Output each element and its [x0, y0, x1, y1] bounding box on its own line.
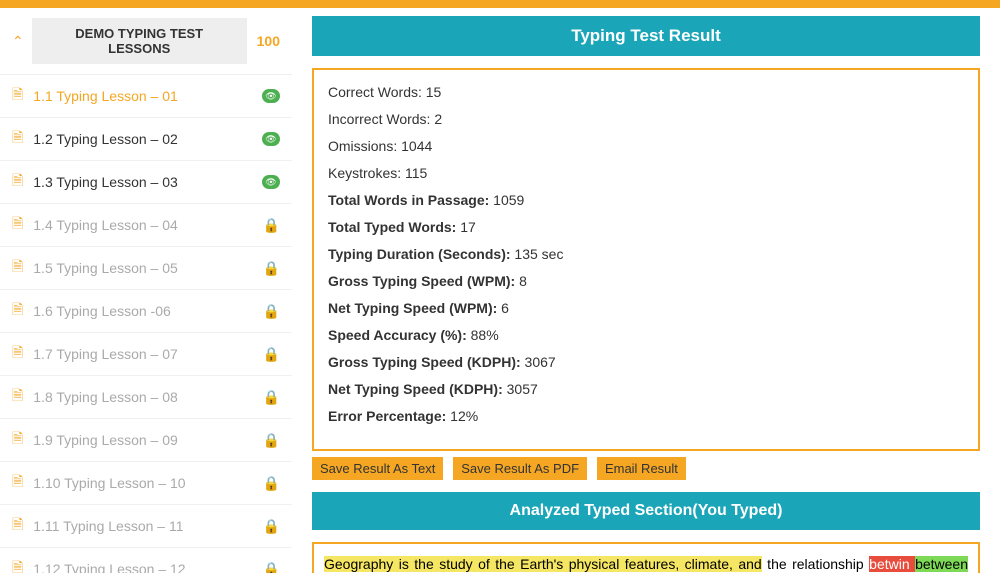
lesson-label: 1.12 Typing Lesson – 12 — [33, 561, 262, 573]
document-icon: 🗎 — [12, 213, 23, 237]
lock-icon: 🔒 — [263, 475, 280, 492]
result-line: Omissions: 1044 — [328, 138, 964, 154]
lesson-label: 1.2 Typing Lesson – 02 — [33, 131, 262, 147]
top-accent-bar — [0, 0, 1000, 8]
result-box: Correct Words: 15 Incorrect Words: 2 Omiss… — [312, 68, 980, 451]
lesson-item[interactable]: 🗎 1.4 Typing Lesson – 04🔒 — [0, 204, 292, 247]
analyzed-text-box: Geography is the study of the Earth's ph… — [312, 542, 980, 573]
document-icon: 🗎 — [12, 471, 23, 495]
lock-icon: 🔒 — [263, 260, 280, 277]
lesson-item[interactable]: 🗎 1.12 Typing Lesson – 12🔒 — [0, 548, 292, 573]
save-pdf-button[interactable]: Save Result As PDF — [453, 457, 587, 480]
result-line: Gross Typing Speed (WPM): 8 — [328, 273, 964, 289]
document-icon: 🗎 — [12, 514, 23, 538]
document-icon: 🗎 — [12, 342, 23, 366]
lesson-item[interactable]: 🗎 1.7 Typing Lesson – 07🔒 — [0, 333, 292, 376]
result-line: Correct Words: 15 — [328, 84, 964, 100]
lock-icon: 🔒 — [263, 217, 280, 234]
lesson-item[interactable]: 🗎 1.9 Typing Lesson – 09🔒 — [0, 419, 292, 462]
lesson-label: 1.4 Typing Lesson – 04 — [33, 217, 262, 233]
eye-icon: 👁 — [262, 175, 280, 189]
lock-icon: 🔒 — [263, 561, 280, 573]
lesson-label: 1.9 Typing Lesson – 09 — [33, 432, 262, 448]
document-icon: 🗎 — [12, 299, 23, 323]
lock-icon: 🔒 — [263, 303, 280, 320]
text-segment: between — [915, 556, 968, 572]
analyzed-header: Analyzed Typed Section(You Typed) — [312, 492, 980, 530]
result-line: Total Words in Passage: 1059 — [328, 192, 964, 208]
email-result-button[interactable]: Email Result — [597, 457, 686, 480]
lesson-label: 1.1 Typing Lesson – 01 — [33, 88, 262, 104]
eye-icon: 👁 — [262, 89, 280, 103]
lesson-item[interactable]: 🗎 1.8 Typing Lesson – 08🔒 — [0, 376, 292, 419]
lesson-label: 1.10 Typing Lesson – 10 — [33, 475, 262, 491]
lesson-item[interactable]: 🗎 1.11 Typing Lesson – 11🔒 — [0, 505, 292, 548]
lesson-label: 1.8 Typing Lesson – 08 — [33, 389, 262, 405]
sidebar-title: DEMO TYPING TEST LESSONS — [32, 18, 247, 64]
lesson-item[interactable]: 🗎 1.6 Typing Lesson -06🔒 — [0, 290, 292, 333]
lock-icon: 🔒 — [263, 518, 280, 535]
lesson-item[interactable]: 🗎 1.10 Typing Lesson – 10🔒 — [0, 462, 292, 505]
lock-icon: 🔒 — [263, 389, 280, 406]
document-icon: 🗎 — [12, 170, 23, 194]
sidebar-header: ⌃ DEMO TYPING TEST LESSONS 100 — [0, 8, 292, 75]
chevron-up-icon[interactable]: ⌃ — [12, 33, 24, 50]
lock-icon: 🔒 — [263, 432, 280, 449]
lesson-item[interactable]: 🗎 1.2 Typing Lesson – 02👁 — [0, 118, 292, 161]
lesson-item[interactable]: 🗎 1.1 Typing Lesson – 01👁 — [0, 75, 292, 118]
result-line: Gross Typing Speed (KDPH): 3067 — [328, 354, 964, 370]
document-icon: 🗎 — [12, 385, 23, 409]
lesson-label: 1.3 Typing Lesson – 03 — [33, 174, 262, 190]
lesson-item[interactable]: 🗎 1.3 Typing Lesson – 03👁 — [0, 161, 292, 204]
result-line: Incorrect Words: 2 — [328, 111, 964, 127]
result-line: Typing Duration (Seconds): 135 sec — [328, 246, 964, 262]
result-line: Error Percentage: 12% — [328, 408, 964, 424]
document-icon: 🗎 — [12, 256, 23, 280]
document-icon: 🗎 — [12, 84, 23, 108]
result-header: Typing Test Result — [312, 16, 980, 56]
result-line: Keystrokes: 115 — [328, 165, 964, 181]
main-content: Typing Test Result Correct Words: 15 Inco… — [292, 8, 1000, 573]
action-row: Save Result As Text Save Result As PDF E… — [312, 457, 980, 480]
result-line: Net Typing Speed (WPM): 6 — [328, 300, 964, 316]
document-icon: 🗎 — [12, 557, 23, 573]
save-text-button[interactable]: Save Result As Text — [312, 457, 443, 480]
score-value: 100 — [257, 33, 280, 49]
lesson-label: 1.5 Typing Lesson – 05 — [33, 260, 262, 276]
document-icon: 🗎 — [12, 127, 23, 151]
lesson-item[interactable]: 🗎 1.5 Typing Lesson – 05🔒 — [0, 247, 292, 290]
text-segment: the relationship — [762, 556, 869, 572]
result-line: Total Typed Words: 17 — [328, 219, 964, 235]
lesson-label: 1.7 Typing Lesson – 07 — [33, 346, 262, 362]
eye-icon: 👁 — [262, 132, 280, 146]
text-segment: Geography is the study of the Earth's ph… — [324, 556, 762, 572]
lock-icon: 🔒 — [263, 346, 280, 363]
main-container: ⌃ DEMO TYPING TEST LESSONS 100 🗎 1.1 Typi… — [0, 8, 1000, 573]
result-line: Net Typing Speed (KDPH): 3057 — [328, 381, 964, 397]
lesson-list: 🗎1.1 Typing Lesson – 01👁🗎1.2 Typing Less… — [0, 75, 292, 573]
lesson-label: 1.6 Typing Lesson -06 — [33, 303, 262, 319]
lesson-label: 1.11 Typing Lesson – 11 — [33, 518, 262, 534]
lessons-sidebar: ⌃ DEMO TYPING TEST LESSONS 100 🗎 1.1 Typi… — [0, 8, 292, 573]
text-segment: betwin — [869, 556, 915, 572]
result-line: Speed Accuracy (%): 88% — [328, 327, 964, 343]
document-icon: 🗎 — [12, 428, 23, 452]
